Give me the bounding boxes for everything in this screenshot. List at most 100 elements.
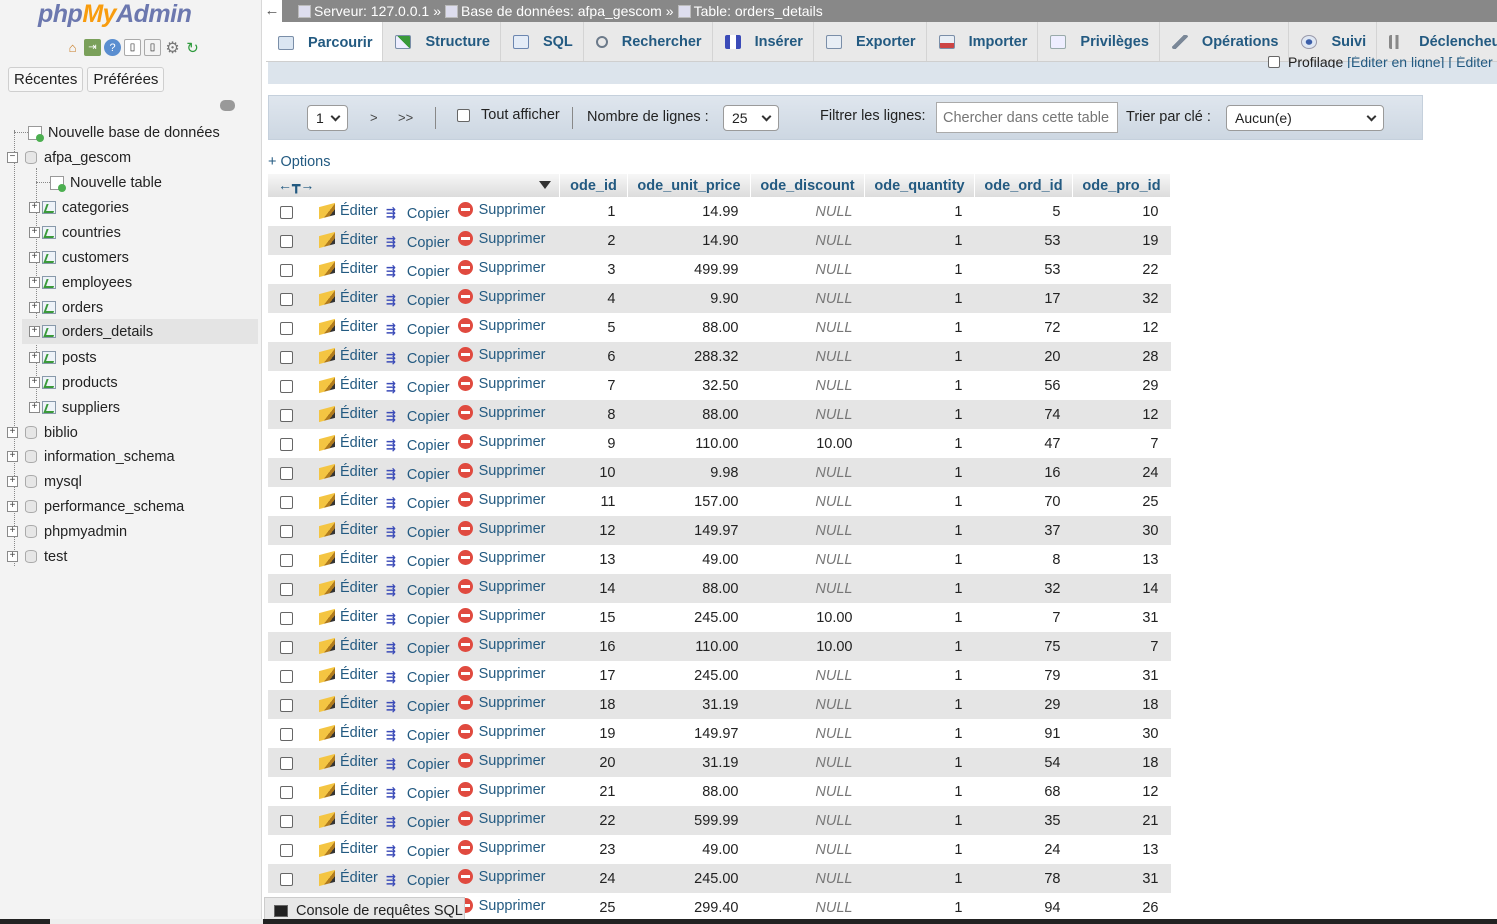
copy-row-link[interactable]: ⇶Copier [386,699,450,715]
cell-ode-unit-price[interactable]: 245.00 [627,603,751,632]
cell-ode-pro-id[interactable]: 32 [1072,284,1171,313]
delete-row-link[interactable]: Supprimer [457,637,546,653]
db-node-test[interactable]: + test [7,544,67,569]
copy-row-link[interactable]: ⇶Copier [386,235,450,251]
table-row[interactable]: Éditer ⇶ Copier Supprimer 17 245.00 NULL 1 79 31 [268,661,1171,690]
cell-ode-pro-id[interactable]: 26 [1072,893,1171,922]
row-select-checkbox[interactable] [280,235,293,248]
copy-row-link[interactable]: ⇶Copier [386,670,450,686]
cell-ode-discount[interactable]: NULL [750,748,865,777]
table-node-categories[interactable]: + categories [29,195,129,220]
column-menu-dropdown-icon[interactable] [539,181,551,189]
cell-ode-unit-price[interactable]: 9.90 [627,284,751,313]
cell-ode-quantity[interactable]: 1 [864,806,975,835]
delete-row-link[interactable]: Supprimer [457,289,546,305]
cell-ode-id[interactable]: 22 [559,806,628,835]
expand-icon[interactable]: + [29,277,40,288]
table-row[interactable]: Éditer ⇶ Copier Supprimer 12 149.97 NULL 1 37 30 [268,516,1171,545]
db-node-afpa-gescom[interactable]: − afpa_gescom [7,145,131,170]
cell-ode-quantity[interactable]: 1 [864,864,975,893]
cell-ode-quantity[interactable]: 1 [864,603,975,632]
row-select-checkbox[interactable] [280,873,293,886]
delete-row-link[interactable]: Supprimer [457,811,546,827]
tab-browse[interactable]: Parcourir [266,22,384,61]
table-node-orders-details[interactable]: + orders_details [22,319,258,344]
cell-ode-id[interactable]: 14 [559,574,628,603]
cell-ode-id[interactable]: 10 [559,458,628,487]
cell-ode-ord-id[interactable]: 24 [974,835,1073,864]
cell-ode-ord-id[interactable]: 7 [974,603,1073,632]
cell-ode-quantity[interactable]: 1 [864,574,975,603]
cell-ode-discount[interactable]: NULL [750,719,865,748]
edit-row-link[interactable]: Éditer [319,260,378,278]
row-select-checkbox[interactable] [280,699,293,712]
cell-ode-unit-price[interactable]: 32.50 [627,371,751,400]
expand-icon[interactable]: + [7,501,18,512]
cell-ode-pro-id[interactable]: 10 [1072,197,1171,226]
cell-ode-id[interactable]: 16 [559,632,628,661]
copy-row-link[interactable]: ⇶Copier [386,206,450,222]
collapse-panel-arrow-icon[interactable]: ← [262,0,282,22]
breadcrumb-database[interactable]: Base de données: afpa_gescom [444,3,662,19]
expand-icon[interactable]: + [7,551,18,562]
docs-page-icon[interactable]: ▯ [144,39,161,56]
cell-ode-discount[interactable]: NULL [750,835,865,864]
cell-ode-unit-price[interactable]: 88.00 [627,400,751,429]
edit-row-link[interactable]: Éditer [319,637,378,655]
table-row[interactable]: Éditer ⇶ Copier Supprimer 15 245.00 10.00 1 7 31 [268,603,1171,632]
table-node-countries[interactable]: + countries [29,220,121,245]
cell-ode-discount[interactable]: NULL [750,690,865,719]
copy-row-link[interactable]: ⇶Copier [386,554,450,570]
cell-ode-id[interactable]: 9 [559,429,628,458]
cell-ode-id[interactable]: 19 [559,719,628,748]
cell-ode-quantity[interactable]: 1 [864,632,975,661]
copy-row-link[interactable]: ⇶Copier [386,844,450,860]
delete-row-link[interactable]: Supprimer [457,608,546,624]
delete-row-link[interactable]: Supprimer [457,695,546,711]
edit-inline-link[interactable]: [Éditer en ligne] [1347,56,1444,68]
copy-row-link[interactable]: ⇶Copier [386,467,450,483]
cell-ode-ord-id[interactable]: 94 [974,893,1073,922]
edit-row-link[interactable]: Éditer [319,724,378,742]
edit-row-link[interactable]: Éditer [319,347,378,365]
edit-row-link[interactable]: Éditer [319,492,378,510]
table-row[interactable]: Éditer ⇶ Copier Supprimer 4 9.90 NULL 1 17 32 [268,284,1171,313]
cell-ode-quantity[interactable]: 1 [864,487,975,516]
cell-ode-discount[interactable]: NULL [750,487,865,516]
expand-icon[interactable]: + [7,476,18,487]
cell-ode-discount[interactable]: NULL [750,574,865,603]
edit-row-link[interactable]: Éditer [319,376,378,394]
cell-ode-quantity[interactable]: 1 [864,313,975,342]
copy-row-link[interactable]: ⇶Copier [386,612,450,628]
row-select-checkbox[interactable] [280,670,293,683]
cell-ode-pro-id[interactable]: 12 [1072,400,1171,429]
edit-row-link[interactable]: Éditer [319,318,378,336]
expand-icon[interactable]: + [7,427,18,438]
copy-row-link[interactable]: ⇶Copier [386,438,450,454]
copy-row-link[interactable]: ⇶Copier [386,293,450,309]
cell-ode-ord-id[interactable]: 29 [974,690,1073,719]
cell-ode-unit-price[interactable]: 149.97 [627,719,751,748]
copy-row-link[interactable]: ⇶Copier [386,583,450,599]
cell-ode-id[interactable]: 25 [559,893,628,922]
tab-privileges[interactable]: Privilèges [1038,22,1160,61]
cell-ode-id[interactable]: 3 [559,255,628,284]
cell-ode-ord-id[interactable]: 68 [974,777,1073,806]
cell-ode-unit-price[interactable]: 110.00 [627,632,751,661]
tab-search[interactable]: Rechercher [584,22,713,61]
row-select-checkbox[interactable] [280,844,293,857]
edit-row-link[interactable]: Éditer [319,782,378,800]
cell-ode-unit-price[interactable]: 245.00 [627,864,751,893]
copy-row-link[interactable]: ⇶Copier [386,728,450,744]
cell-ode-ord-id[interactable]: 5 [974,197,1073,226]
cell-ode-unit-price[interactable]: 49.00 [627,835,751,864]
breadcrumb-table[interactable]: Table: orders_details [677,3,823,19]
cell-ode-discount[interactable]: 10.00 [750,632,865,661]
filter-rows-input[interactable] [936,102,1118,133]
cell-ode-ord-id[interactable]: 8 [974,545,1073,574]
cell-ode-discount[interactable]: NULL [750,371,865,400]
sort-by-key-select[interactable]: Aucun(e) [1226,105,1384,131]
cell-ode-unit-price[interactable]: 9.98 [627,458,751,487]
delete-row-link[interactable]: Supprimer [457,753,546,769]
tab-insert[interactable]: Insérer [713,22,814,61]
